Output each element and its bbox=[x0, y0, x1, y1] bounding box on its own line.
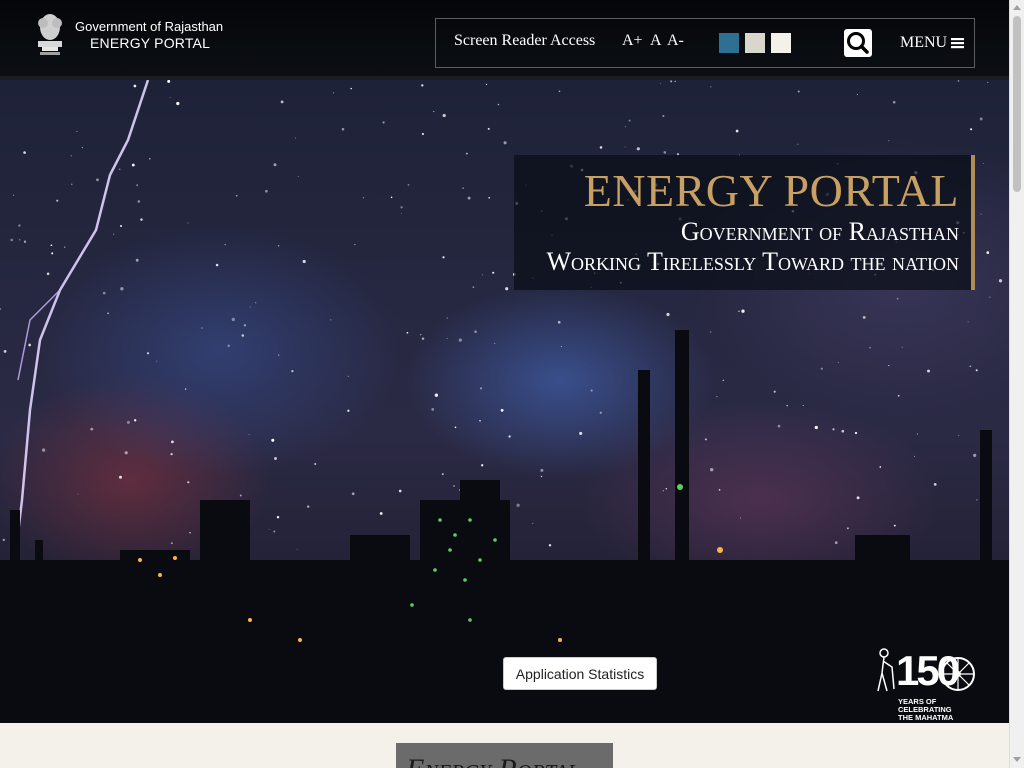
application-statistics-button[interactable]: Application Statistics bbox=[503, 657, 657, 690]
scroll-down-arrow-icon[interactable] bbox=[1013, 757, 1021, 762]
section-heading-tab: Energy Portal bbox=[396, 743, 613, 768]
theme-light-swatch[interactable] bbox=[771, 33, 791, 53]
search-button[interactable] bbox=[844, 29, 872, 57]
scrollbar-thumb[interactable] bbox=[1013, 16, 1021, 192]
section-heading: Energy Portal bbox=[406, 753, 579, 768]
search-icon bbox=[847, 32, 869, 54]
page-scrollbar[interactable] bbox=[1009, 0, 1024, 768]
hero-title: ENERGY PORTAL bbox=[583, 165, 959, 216]
gandhi-caption: YEARS OF CELEBRATING THE MAHATMA bbox=[898, 698, 953, 722]
hero-tagline: Working Tirelessly Toward the nation bbox=[546, 247, 959, 276]
lightning-bolt bbox=[8, 80, 150, 601]
hero-subtitle: Government of Rajasthan bbox=[680, 217, 959, 246]
scroll-up-arrow-icon[interactable] bbox=[1013, 5, 1021, 10]
hero-title-box: ENERGY PORTAL Government of Rajasthan Wo… bbox=[514, 155, 975, 290]
gandhi-caption-line3: THE MAHATMA bbox=[898, 713, 954, 722]
hamburger-icon bbox=[951, 38, 965, 49]
theme-grey-swatch[interactable] bbox=[745, 33, 765, 53]
site-header: Government of Rajasthan ENERGY PORTAL Sc… bbox=[0, 0, 1009, 80]
gandhi-150-number: 150 bbox=[896, 647, 960, 694]
menu-label: MENU bbox=[900, 34, 948, 51]
org-name: Government of Rajasthan bbox=[75, 19, 224, 34]
site-brand[interactable]: Government of Rajasthan ENERGY PORTAL bbox=[75, 19, 223, 52]
hero-banner: ENERGY PORTAL Government of Rajasthan Wo… bbox=[0, 80, 1009, 723]
theme-blue-swatch[interactable] bbox=[719, 33, 739, 53]
portal-name: ENERGY PORTAL bbox=[90, 35, 211, 51]
gandhi-150-logo[interactable]: 150 YEARS OF CELEBRATING THE MAHATMA bbox=[872, 643, 982, 723]
screen-reader-access-link[interactable]: Screen Reader Access bbox=[454, 32, 595, 50]
state-emblem-icon[interactable] bbox=[32, 11, 68, 57]
font-increase-button[interactable]: A+ bbox=[622, 32, 643, 50]
menu-button[interactable]: MENU bbox=[900, 34, 965, 52]
accessibility-bar: Screen Reader Access A+ A A- MENU bbox=[435, 18, 975, 68]
font-normal-button[interactable]: A bbox=[650, 32, 662, 50]
font-decrease-button[interactable]: A- bbox=[667, 32, 684, 50]
